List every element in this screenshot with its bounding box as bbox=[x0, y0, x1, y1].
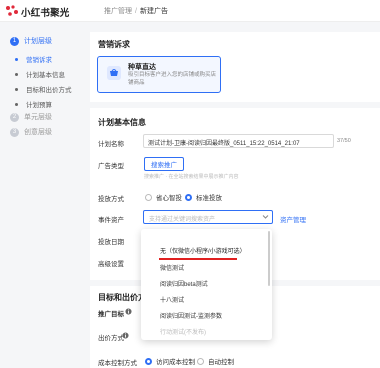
option-label: 十八测试 bbox=[160, 298, 185, 304]
logo-icon bbox=[6, 5, 18, 16]
ad-type-search-button[interactable]: 搜索推广 bbox=[144, 157, 184, 171]
ad-type-label: 广告类型 bbox=[98, 163, 124, 170]
objective-icon bbox=[107, 66, 121, 80]
option-label: 行动测试(不发布) bbox=[160, 330, 206, 336]
section-title: 营销诉求 bbox=[98, 40, 130, 49]
delivery-date-label: 投放日期 bbox=[98, 239, 124, 246]
dropdown-option[interactable]: 阅读归因beta测试 bbox=[141, 277, 272, 293]
sidebar-item-label: 营销诉求 bbox=[26, 57, 52, 64]
sidebar-item-label: 目标和出价方式 bbox=[26, 87, 72, 94]
bullet-dot bbox=[15, 72, 18, 76]
breadcrumb: 推广管理 / 新建广告 bbox=[104, 6, 168, 16]
step-label: 创意层级 bbox=[24, 129, 52, 136]
dropdown-option[interactable]: 十八测试 bbox=[141, 293, 272, 309]
step-number: 1 bbox=[10, 36, 19, 46]
delivery-label: 投放方式 bbox=[98, 196, 124, 203]
bullet-dot bbox=[15, 57, 18, 61]
info-icon bbox=[125, 308, 132, 315]
bullet-dot bbox=[15, 87, 18, 91]
sidebar-item-plan-basic[interactable]: 计划基本信息 bbox=[15, 69, 65, 79]
plan-name-count: 37/50 bbox=[337, 138, 351, 144]
ad-type-hint: 搜索推广 · 在全站搜索结果中展示推广内容 bbox=[144, 174, 239, 180]
step-2[interactable]: 2 单元层级 bbox=[10, 112, 52, 122]
step-label: 单元层级 bbox=[24, 114, 52, 121]
step-label: 计划层级 bbox=[24, 38, 52, 45]
dropdown-option[interactable]: 阅读归因测试-监测参数 bbox=[141, 309, 272, 325]
radio-circle bbox=[145, 357, 152, 365]
option-label: 无（仅微信小程序/小游戏可选） bbox=[160, 249, 246, 255]
sidebar-item-budget[interactable]: 计划预算 bbox=[15, 99, 52, 109]
asset-management-link[interactable]: 资产管理 bbox=[280, 214, 306, 224]
step-number: 2 bbox=[10, 112, 19, 122]
breadcrumb-parent[interactable]: 推广管理 bbox=[104, 8, 132, 15]
objective-option[interactable]: 种草直达 吸引目标客户进入您的店铺或购买店铺商品 bbox=[97, 56, 221, 93]
plan-name-label: 计划名称 bbox=[98, 141, 124, 148]
option-label: 微信测试 bbox=[160, 266, 185, 272]
event-asset-placeholder: 支持通过关键词搜索资产 bbox=[149, 217, 216, 223]
dropdown-option[interactable]: 微信测试 bbox=[141, 261, 272, 277]
breadcrumb-current: 新建广告 bbox=[139, 8, 168, 15]
breadcrumb-separator: / bbox=[135, 8, 137, 15]
section-title: 计划基本信息 bbox=[98, 118, 146, 127]
sidebar-item-label: 计划基本信息 bbox=[26, 72, 65, 79]
dropdown-scrollbar[interactable] bbox=[268, 231, 270, 286]
radio-label: 省心智投 bbox=[156, 195, 182, 202]
info-icon bbox=[122, 332, 129, 339]
plan-name-input[interactable]: 测试计划-卫康-阅读归因最终版_0511_15:22_0514_21:07 bbox=[143, 134, 334, 148]
event-asset-label: 事件资产 bbox=[98, 217, 124, 224]
objective-description: 吸引目标客户进入您的店铺或购买店铺商品 bbox=[128, 72, 217, 86]
option-label: 阅读归因beta测试 bbox=[160, 282, 208, 288]
top-bar: 小红书聚光 推广管理 / 新建广告 bbox=[0, 0, 380, 22]
dropdown-option[interactable]: 行动测试(不发布) bbox=[141, 325, 272, 340]
bid-method-label: 出价方式 bbox=[98, 335, 124, 342]
step-1[interactable]: 1 计划层级 bbox=[10, 36, 52, 46]
brand-name: 小红书聚光 bbox=[21, 8, 70, 19]
step-3[interactable]: 3 创意层级 bbox=[10, 127, 52, 137]
radio-circle bbox=[197, 357, 204, 365]
highlight-underline bbox=[159, 258, 237, 260]
bullet-dot bbox=[15, 102, 18, 106]
radio-circle bbox=[145, 193, 152, 201]
chevron-down-icon bbox=[262, 215, 269, 219]
event-asset-select[interactable]: 支持通过关键词搜索资产 bbox=[143, 210, 273, 224]
radio-smart-delivery[interactable]: 省心智投 bbox=[145, 192, 182, 202]
sidebar-item-targets[interactable]: 目标和出价方式 bbox=[15, 84, 72, 94]
radio-standard-delivery[interactable]: 标准投放 bbox=[185, 192, 222, 202]
advanced-settings-label[interactable]: 高级设置 bbox=[98, 258, 124, 268]
radio-label: 访问成本控制 bbox=[156, 359, 195, 366]
event-asset-dropdown: 无（仅微信小程序/小游戏可选） 微信测试 阅读归因beta测试 十八测试 阅读归… bbox=[141, 229, 272, 340]
sidebar-item-marketing[interactable]: 营销诉求 bbox=[15, 54, 52, 64]
option-label: 阅读归因测试-监测参数 bbox=[160, 314, 222, 320]
radio-auto-control[interactable]: 自动控制 bbox=[197, 356, 234, 366]
promotion-target-label: 推广目标 bbox=[98, 311, 124, 318]
radio-visit-cost-control[interactable]: 访问成本控制 bbox=[145, 356, 195, 366]
cost-control-label: 成本控制方式 bbox=[98, 360, 137, 367]
radio-circle bbox=[185, 193, 192, 201]
radio-label: 标准投放 bbox=[196, 195, 222, 202]
plan-name-value: 测试计划-卫康-阅读归因最终版_0511_15:22_0514_21:07 bbox=[148, 141, 300, 147]
step-number: 3 bbox=[10, 127, 19, 137]
sidebar-item-label: 计划预算 bbox=[26, 102, 52, 109]
radio-label: 自动控制 bbox=[208, 359, 234, 366]
ad-type-button-label: 搜索推广 bbox=[151, 162, 177, 169]
